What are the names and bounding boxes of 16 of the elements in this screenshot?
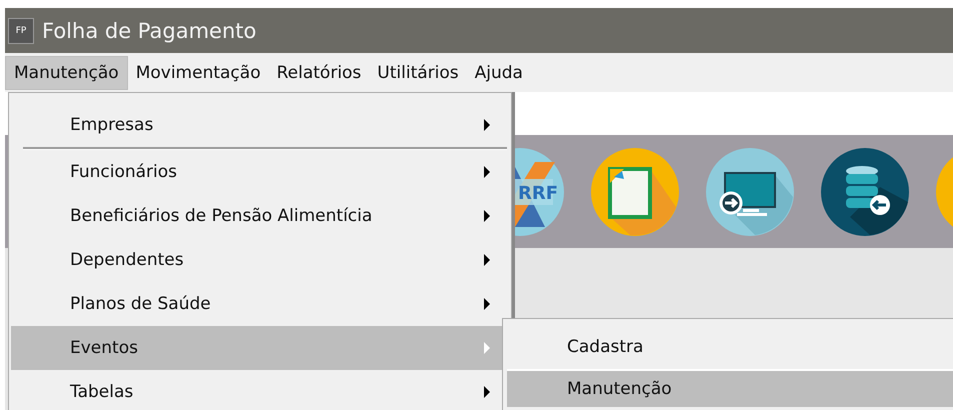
app-icon: FP [8,18,34,44]
menu-bar-item[interactable]: Manutenção [5,56,128,90]
menu-item[interactable]: Planos de Saúde [11,282,509,326]
menu-item[interactable]: Cadastra [507,325,953,369]
menu-item[interactable]: Dependentes [11,238,509,282]
database-icon[interactable] [820,146,910,236]
menu-item[interactable]: Funcionários [11,150,509,194]
monitor-icon[interactable] [705,146,795,236]
menu-bar-item[interactable]: Utilitários [369,56,467,88]
menu-bar-item[interactable]: Movimentação [128,56,269,88]
window-title: Folha de Pagamento [42,18,256,42]
menu-bar-item[interactable]: Relatórios [268,56,370,88]
menu-bar-item[interactable]: Ajuda [466,56,531,88]
menu-item[interactable]: Manutenção [507,369,953,407]
menu-item[interactable]: Empresas [11,103,509,147]
menu-item[interactable]: Beneficiários de Pensão Alimentícia [11,194,509,238]
